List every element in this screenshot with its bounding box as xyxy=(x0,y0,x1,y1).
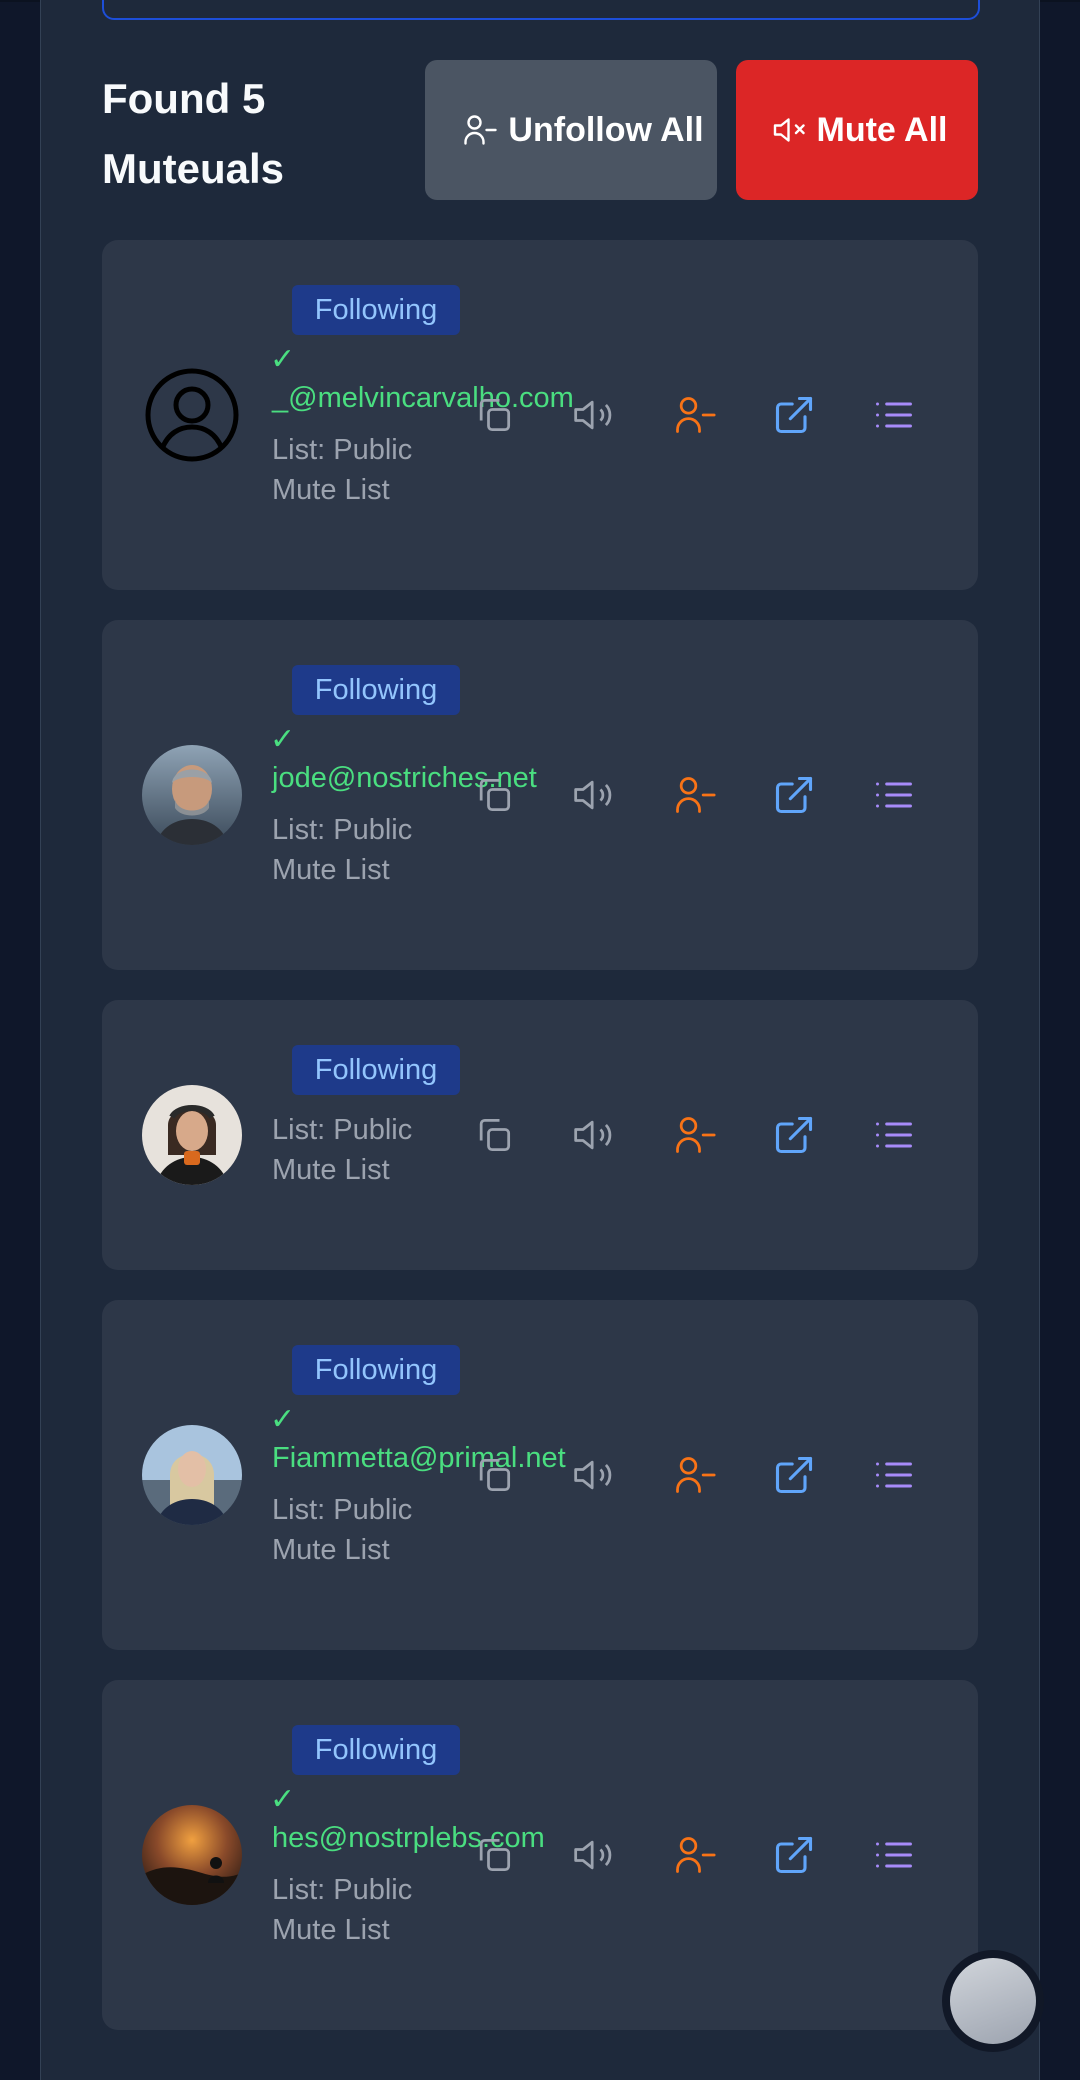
add-to-list-button[interactable] xyxy=(872,393,916,437)
list-icon xyxy=(876,402,912,428)
external-link-icon xyxy=(775,1456,813,1494)
list-icon xyxy=(876,782,912,808)
add-to-list-button[interactable] xyxy=(872,1833,916,1877)
list-membership: List: Public Mute List xyxy=(272,1874,413,1946)
volume-icon xyxy=(574,780,612,810)
copy-button[interactable] xyxy=(472,773,516,817)
card-actions xyxy=(472,1453,932,1497)
card-actions xyxy=(472,1833,932,1877)
mute-button[interactable] xyxy=(572,773,616,817)
floating-action-button[interactable] xyxy=(942,1950,1044,2052)
list-icon xyxy=(876,1842,912,1868)
following-badge: Following xyxy=(292,1725,460,1775)
card-actions xyxy=(472,773,932,817)
add-to-list-button[interactable] xyxy=(872,773,916,817)
user-minus-icon xyxy=(676,777,716,813)
copy-button[interactable] xyxy=(472,1453,516,1497)
default-user-icon xyxy=(145,368,239,462)
avatar[interactable] xyxy=(142,365,242,465)
list-icon xyxy=(876,1462,912,1488)
unfollow-all-label: Unfollow All xyxy=(508,111,704,149)
volume-icon xyxy=(574,1840,612,1870)
copy-button[interactable] xyxy=(472,393,516,437)
card-actions xyxy=(472,1113,932,1157)
unfollow-button[interactable] xyxy=(672,1453,716,1497)
add-to-list-button[interactable] xyxy=(872,1113,916,1157)
user-minus-icon xyxy=(676,1837,716,1873)
mute-button[interactable] xyxy=(572,1833,616,1877)
list-membership: List: Public Mute List xyxy=(272,1114,413,1186)
unfollow-button[interactable] xyxy=(672,393,716,437)
unfollow-button[interactable] xyxy=(672,1113,716,1157)
avatar[interactable] xyxy=(142,1425,242,1525)
list-membership: List: Public Mute List xyxy=(272,434,413,506)
account-card: Following ✓ _@melvincarvalho.com List: P… xyxy=(102,240,978,590)
results-header: Found 5 Muteuals Unfollow All Mute All xyxy=(102,60,978,200)
copy-icon xyxy=(479,1838,511,1872)
list-icon xyxy=(876,1122,912,1148)
account-card: Following ✓ jode@nostriches.net List: Pu… xyxy=(102,620,978,970)
following-badge: Following xyxy=(292,285,460,335)
results-title: Found 5 Muteuals xyxy=(102,75,285,192)
verified-check: ✓ xyxy=(270,1403,296,1436)
mute-button[interactable] xyxy=(572,1453,616,1497)
search-field-edge[interactable] xyxy=(102,0,980,20)
external-link-icon xyxy=(775,776,813,814)
avatar[interactable] xyxy=(142,1085,242,1185)
open-profile-button[interactable] xyxy=(772,773,816,817)
mute-button[interactable] xyxy=(572,393,616,437)
user-minus-icon xyxy=(461,112,497,148)
profile-photo xyxy=(142,1805,242,1905)
avatar[interactable] xyxy=(142,1805,242,1905)
account-card: Following ✓ Fiammetta@primal.net List: P… xyxy=(102,1300,978,1650)
mute-all-label: Mute All xyxy=(816,111,948,149)
unfollow-button[interactable] xyxy=(672,773,716,817)
list-membership: List: Public Mute List xyxy=(272,1494,413,1566)
following-badge: Following xyxy=(292,665,460,715)
fab-avatar xyxy=(950,1958,1036,2044)
external-link-icon xyxy=(775,396,813,434)
mute-all-button[interactable]: Mute All xyxy=(736,60,978,200)
verified-check: ✓ xyxy=(270,343,296,376)
add-to-list-button[interactable] xyxy=(872,1453,916,1497)
mute-button[interactable] xyxy=(572,1113,616,1157)
volume-icon xyxy=(574,1120,612,1150)
external-link-icon xyxy=(775,1836,813,1874)
profile-photo xyxy=(142,1085,242,1185)
account-card: Following List: Public Mute List xyxy=(102,1000,978,1270)
verified-check: ✓ xyxy=(270,1783,296,1816)
user-minus-icon xyxy=(676,397,716,433)
copy-icon xyxy=(479,1118,511,1152)
profile-photo xyxy=(142,1425,242,1525)
copy-icon xyxy=(479,778,511,812)
copy-icon xyxy=(479,398,511,432)
copy-button[interactable] xyxy=(472,1113,516,1157)
unfollow-button[interactable] xyxy=(672,1833,716,1877)
card-actions xyxy=(472,393,932,437)
copy-icon xyxy=(479,1458,511,1492)
volume-icon xyxy=(574,1460,612,1490)
open-profile-button[interactable] xyxy=(772,1833,816,1877)
open-profile-button[interactable] xyxy=(772,393,816,437)
verified-check: ✓ xyxy=(270,723,296,756)
open-profile-button[interactable] xyxy=(772,1113,816,1157)
following-badge: Following xyxy=(292,1345,460,1395)
user-minus-icon xyxy=(676,1117,716,1153)
avatar[interactable] xyxy=(142,745,242,845)
copy-button[interactable] xyxy=(472,1833,516,1877)
external-link-icon xyxy=(775,1116,813,1154)
following-badge: Following xyxy=(292,1045,460,1095)
unfollow-all-button[interactable]: Unfollow All xyxy=(425,60,717,200)
volume-icon xyxy=(574,400,612,430)
open-profile-button[interactable] xyxy=(772,1453,816,1497)
account-card: Following ✓ hes@nostrplebs.com List: Pub… xyxy=(102,1680,978,2030)
user-minus-icon xyxy=(676,1457,716,1493)
profile-photo xyxy=(142,745,242,845)
list-membership: List: Public Mute List xyxy=(272,814,413,886)
